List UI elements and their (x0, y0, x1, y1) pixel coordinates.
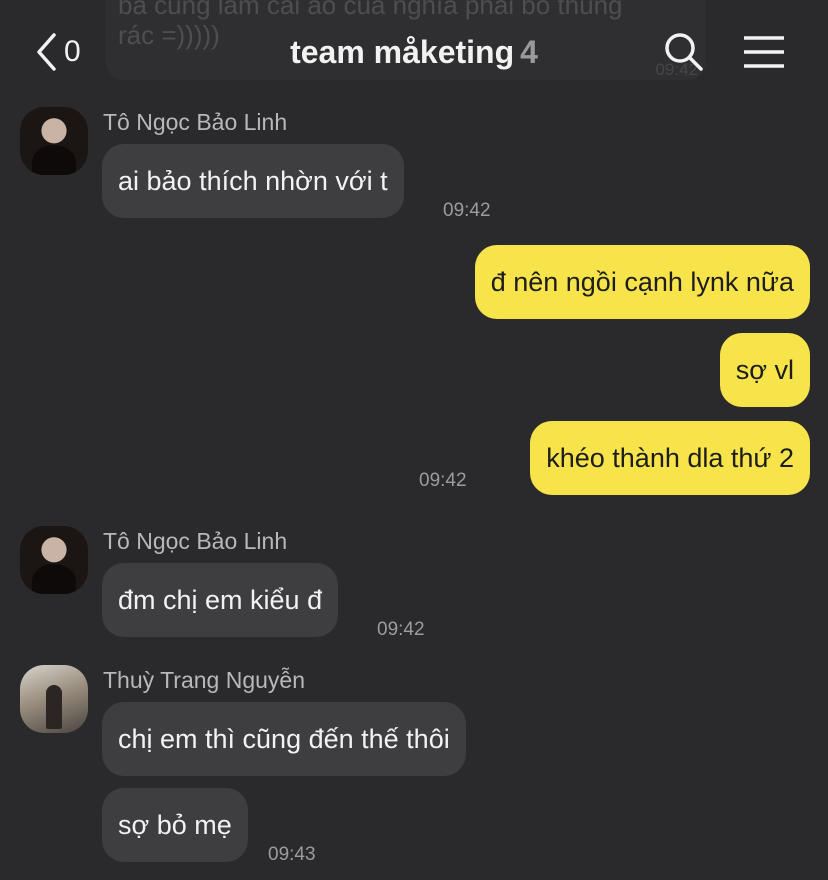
message-bubble-outgoing[interactable]: đ nên ngồi cạnh lynk nữa (474, 245, 810, 319)
message-text: chị em thì cũng đến thế thôi (118, 723, 450, 754)
sender-name: Tô Ngọc Bảo Linh (103, 109, 288, 135)
message-time: 09:43 (268, 844, 316, 865)
message-time: 09:42 (419, 470, 467, 491)
sender-name: Tô Ngọc Bảo Linh (103, 528, 288, 554)
message-text: ai bảo thích nhờn với t (118, 165, 388, 196)
avatar[interactable] (20, 665, 88, 733)
message-text: đ nên ngồi cạnh lynk nữa (490, 266, 794, 297)
message-text: sợ bỏ mẹ (118, 809, 232, 840)
message-bubble[interactable]: ai bảo thích nhờn với t (102, 144, 404, 218)
message-bubble[interactable]: đm chị em kiểu đ (102, 563, 339, 637)
message-text: sợ vl (735, 354, 794, 385)
message-text: khéo thành dla thứ 2 (546, 442, 794, 473)
message-bubble-outgoing[interactable]: khéo thành dla thứ 2 (530, 421, 810, 495)
message-bubble[interactable]: sợ bỏ mẹ (102, 788, 248, 862)
member-count: 4 (520, 34, 538, 70)
avatar[interactable] (20, 526, 88, 594)
search-icon[interactable] (662, 30, 706, 79)
sender-name: Thuỳ Trang Nguyễn (103, 667, 306, 693)
chat-header: bà cũng làm cái áo của nghĩa phải bỏ thù… (0, 0, 828, 92)
menu-icon[interactable] (740, 30, 788, 79)
message-text: đm chị em kiểu đ (118, 584, 323, 615)
message-time: 09:42 (377, 619, 425, 640)
message-bubble[interactable]: chị em thì cũng đến thế thôi (102, 702, 466, 776)
chat-title-text: team måketing (290, 34, 515, 70)
message-bubble-outgoing[interactable]: sợ vl (719, 333, 810, 407)
message-time: 09:42 (443, 200, 491, 221)
avatar[interactable] (20, 107, 88, 175)
